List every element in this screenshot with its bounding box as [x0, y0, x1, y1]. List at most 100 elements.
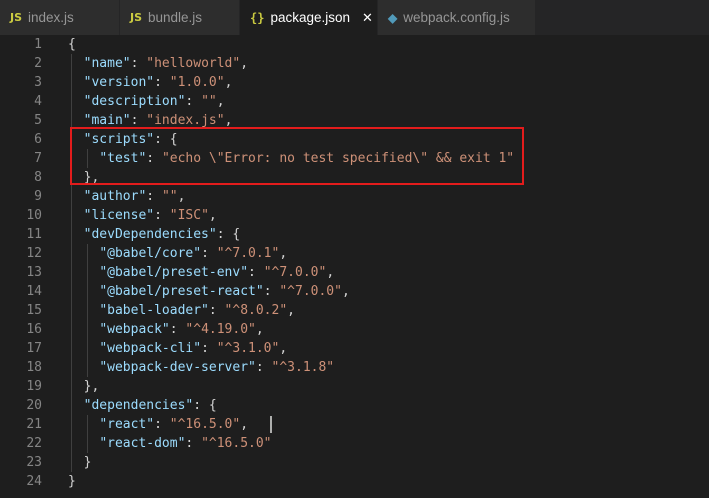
code-line[interactable]: 14 "@babel/preset-react": "^7.0.0",	[0, 282, 709, 301]
json-key: "author"	[83, 189, 147, 204]
code-text: "name": "helloworld",	[68, 54, 248, 73]
scripts-highlight-box	[70, 127, 524, 185]
line-number: 13	[26, 265, 42, 280]
json-punctuation	[68, 227, 84, 242]
json-punctuation: :	[201, 246, 217, 261]
code-line[interactable]: 12 "@babel/core": "^7.0.1",	[0, 244, 709, 263]
json-string: "1.0.0"	[169, 75, 225, 90]
code-line[interactable]: 2 "name": "helloworld",	[0, 54, 709, 73]
text-cursor	[270, 416, 272, 433]
close-icon[interactable]: ✕	[362, 10, 373, 26]
line-number: 16	[26, 322, 42, 337]
code-line[interactable]: 11 "devDependencies": {	[0, 225, 709, 244]
json-string: "^3.1.0"	[216, 341, 280, 356]
json-key: "react"	[99, 417, 155, 432]
json-punctuation: ,	[255, 322, 264, 337]
code-line[interactable]: 21 "react": "^16.5.0",	[0, 415, 709, 434]
line-number: 8	[34, 170, 42, 185]
code-line[interactable]: 16 "webpack": "^4.19.0",	[0, 320, 709, 339]
json-punctuation	[68, 113, 84, 128]
tab-webpack-config-js[interactable]: ◆ webpack.config.js	[378, 0, 536, 35]
code-editor[interactable]: 1{2 "name": "helloworld", 3 "version": "1…	[0, 35, 709, 498]
line-number: 5	[34, 113, 42, 128]
code-line[interactable]: 4 "description": "",	[0, 92, 709, 111]
line-number: 23	[26, 455, 42, 470]
json-punctuation: :	[263, 284, 280, 299]
code-line[interactable]: 22 "react-dom": "^16.5.0"	[0, 434, 709, 453]
code-text: "author": "",	[68, 187, 186, 206]
code-text: "@babel/preset-react": "^7.0.0",	[68, 282, 350, 301]
code-line[interactable]: 18 "webpack-dev-server": "^3.1.8"	[0, 358, 709, 377]
json-punctuation	[68, 189, 84, 204]
line-number: 7	[34, 151, 42, 166]
json-punctuation: }	[68, 474, 76, 489]
code-text: }	[68, 453, 92, 472]
code-line[interactable]: 19 },	[0, 377, 709, 396]
json-punctuation	[68, 208, 84, 223]
json-punctuation: ,	[208, 208, 217, 223]
json-punctuation: ,	[287, 303, 295, 318]
code-text: "webpack-cli": "^3.1.0",	[68, 339, 287, 358]
json-punctuation: }	[68, 455, 92, 470]
json-punctuation: :	[154, 75, 170, 90]
tab-bundle-js[interactable]: JS bundle.js	[120, 0, 240, 35]
line-number: 4	[34, 94, 42, 109]
json-punctuation: :	[146, 189, 162, 204]
json-punctuation: :	[185, 94, 202, 109]
code-line[interactable]: 1{	[0, 35, 709, 54]
code-text: "webpack": "^4.19.0",	[68, 320, 264, 339]
code-line[interactable]: 17 "webpack-cli": "^3.1.0",	[0, 339, 709, 358]
code-line[interactable]: 15 "babel-loader": "^8.0.2",	[0, 301, 709, 320]
line-number: 9	[34, 189, 42, 204]
json-punctuation: :	[185, 436, 202, 451]
tab-package-json[interactable]: {} package.json ✕	[240, 0, 378, 35]
code-text: "license": "ISC",	[68, 206, 217, 225]
code-line[interactable]: 24}	[0, 472, 709, 491]
json-file-icon: {}	[250, 10, 265, 25]
json-punctuation	[68, 360, 99, 375]
json-key: "babel-loader"	[99, 303, 209, 318]
tab-index-js[interactable]: JS index.js	[0, 0, 120, 35]
json-key: "dependencies"	[83, 398, 194, 413]
code-line[interactable]: 23 }	[0, 453, 709, 472]
json-string: "^7.0.1"	[216, 246, 280, 261]
json-punctuation: : {	[193, 398, 217, 413]
json-string: ""	[201, 94, 217, 109]
json-key: "webpack"	[99, 322, 170, 337]
code-line[interactable]: 10 "license": "ISC",	[0, 206, 709, 225]
line-number: 6	[34, 132, 42, 147]
code-text: "react-dom": "^16.5.0"	[68, 434, 272, 453]
tab-label: webpack.config.js	[403, 10, 510, 25]
code-line[interactable]: 13 "@babel/preset-env": "^7.0.0",	[0, 263, 709, 282]
json-string: "^4.19.0"	[185, 322, 256, 337]
json-key: "main"	[83, 113, 131, 128]
code-line[interactable]: 9 "author": "",	[0, 187, 709, 206]
json-key: "version"	[83, 75, 155, 90]
json-punctuation: :	[208, 303, 225, 318]
json-punctuation	[68, 322, 99, 337]
json-punctuation: ,	[240, 417, 249, 432]
json-key: "react-dom"	[99, 436, 186, 451]
json-key: "@babel/preset-react"	[99, 284, 264, 299]
json-punctuation: {	[68, 37, 76, 52]
json-punctuation: :	[130, 113, 147, 128]
line-number: 12	[26, 246, 42, 261]
json-punctuation	[68, 417, 99, 432]
code-line[interactable]: 20 "dependencies": {	[0, 396, 709, 415]
json-key: "license"	[83, 208, 155, 223]
line-number: 11	[26, 227, 42, 242]
json-string: "^16.5.0"	[201, 436, 272, 451]
code-line[interactable]: 3 "version": "1.0.0",	[0, 73, 709, 92]
json-string: "^16.5.0"	[169, 417, 241, 432]
tab-label: bundle.js	[148, 10, 203, 25]
line-number: 17	[26, 341, 42, 356]
code-text: "@babel/preset-env": "^7.0.0",	[68, 263, 334, 282]
json-punctuation	[68, 341, 99, 356]
javascript-file-icon: JS	[10, 11, 23, 24]
json-punctuation: ,	[341, 284, 350, 299]
json-punctuation: : {	[216, 227, 241, 242]
json-punctuation: ,	[240, 56, 249, 71]
json-punctuation: },	[68, 379, 100, 394]
webpack-file-icon: ◆	[388, 10, 398, 25]
json-punctuation: ,	[177, 189, 186, 204]
